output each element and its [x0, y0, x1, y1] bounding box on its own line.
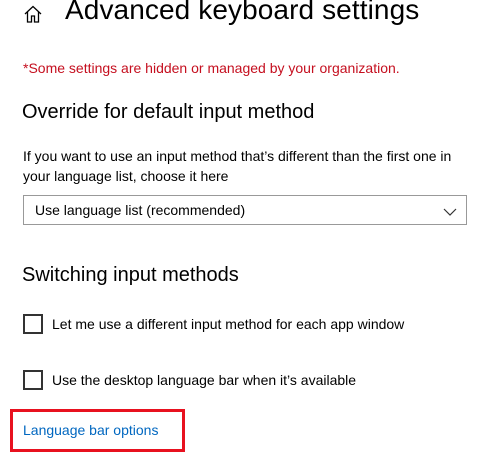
input-method-dropdown[interactable]: Use language list (recommended)	[23, 195, 467, 225]
language-bar-options-link[interactable]: Language bar options	[23, 422, 158, 438]
desktop-language-bar-checkbox[interactable]	[23, 370, 43, 390]
checkbox-label: Use the desktop language bar when it’s a…	[52, 372, 357, 388]
organization-warning: *Some settings are hidden or managed by …	[23, 60, 400, 76]
header: Advanced keyboard settings	[0, 0, 497, 34]
checkbox-label: Let me use a different input method for …	[52, 316, 405, 332]
section-title-override: Override for default input method	[22, 101, 315, 123]
per-app-input-checkbox[interactable]	[23, 314, 43, 334]
section-title-switching: Switching input methods	[22, 264, 239, 286]
dropdown-selected-value: Use language list (recommended)	[35, 202, 246, 218]
chevron-down-icon	[443, 204, 457, 216]
override-description: If you want to use an input method that’…	[23, 148, 452, 184]
home-icon[interactable]	[23, 4, 43, 24]
settings-page: Advanced keyboard settings *Some setting…	[0, 0, 497, 467]
checkbox-row-per-app-input[interactable]: Let me use a different input method for …	[23, 314, 404, 334]
page-title: Advanced keyboard settings	[65, 0, 420, 25]
checkbox-row-desktop-language-bar[interactable]: Use the desktop language bar when it’s a…	[23, 370, 356, 390]
